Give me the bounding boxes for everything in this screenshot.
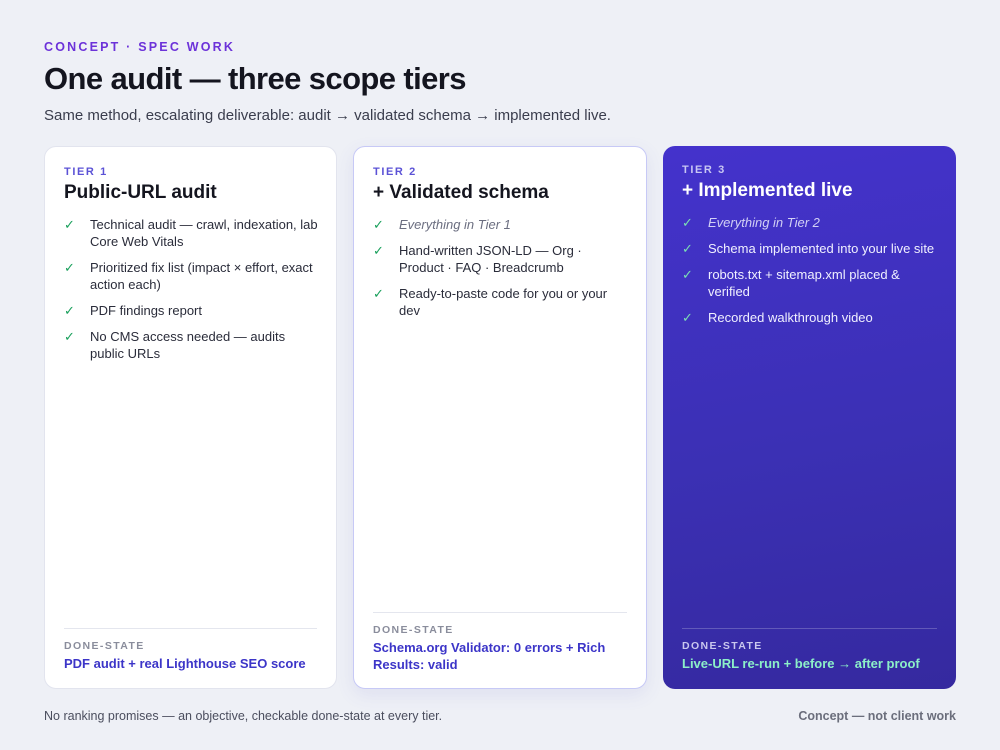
feature-text: PDF findings report: [90, 303, 202, 318]
feature-text: Technical audit — crawl, indexation, lab…: [90, 217, 318, 249]
footer-tag: Concept — not client work: [798, 709, 956, 723]
feature-item: ✓ PDF findings report: [64, 302, 319, 319]
feature-text: Everything in Tier 1: [399, 217, 511, 232]
feature-text: Recorded walkthrough video: [708, 310, 873, 325]
page-subtitle: Same method, escalating deliverable: aud…: [44, 107, 611, 124]
feature-item: ✓ Prioritized fix list (impact × effort, …: [64, 259, 319, 293]
check-icon: ✓: [373, 217, 384, 232]
tier-title: + Implemented live: [682, 180, 853, 201]
done-state-value: Schema.org Validator: 0 errors + Rich Re…: [373, 640, 606, 672]
check-icon: ✓: [682, 310, 693, 325]
feature-text: Prioritized fix list (impact × effort, e…: [90, 260, 313, 292]
done-state-label: DONE-STATE: [682, 640, 763, 652]
check-icon: ✓: [682, 241, 693, 256]
done-state-value: Live-URL re-run + before → after proof: [682, 656, 920, 671]
feature-item: ✓ Recorded walkthrough video: [682, 309, 939, 326]
done-state: DONE-STATE PDF audit + real Lighthouse SE…: [64, 628, 317, 672]
done-state: DONE-STATE Live-URL re-run + before → aft…: [682, 628, 937, 672]
tier-card-1: TIER 1 Public-URL audit ✓ Technical audit —…: [44, 146, 337, 689]
tier-label: TIER 3: [682, 164, 726, 176]
feature-item: ✓ Hand-written JSON-LD — Org · Product · …: [373, 242, 629, 276]
eyebrow: CONCEPT · SPEC WORK: [44, 40, 236, 54]
feature-list: ✓ Technical audit — crawl, indexation, la…: [64, 216, 319, 371]
page-title: One audit — three scope tiers: [44, 61, 466, 96]
feature-text: robots.txt + sitemap.xml placed & verifi…: [708, 267, 900, 299]
tier-label: TIER 1: [64, 166, 108, 178]
done-state: DONE-STATE Schema.org Validator: 0 errors…: [373, 612, 627, 673]
tier-label: TIER 2: [373, 166, 417, 178]
feature-text: Hand-written JSON-LD — Org · Product · F…: [399, 243, 582, 275]
check-icon: ✓: [64, 217, 75, 232]
check-icon: ✓: [64, 260, 75, 275]
check-icon: ✓: [373, 286, 384, 301]
feature-list: ✓ Everything in Tier 1 ✓ Hand-written JSON-…: [373, 216, 629, 328]
feature-text: No CMS access needed — audits public URL…: [90, 329, 286, 361]
feature-item: ✓ Everything in Tier 2: [682, 214, 939, 231]
tier-card-3: TIER 3 + Implemented live ✓ Everything in T…: [663, 146, 956, 689]
done-state-label: DONE-STATE: [373, 624, 454, 636]
feature-item: ✓ Schema implemented into your live site: [682, 240, 939, 257]
footer-note: No ranking promises — an objective, chec…: [44, 709, 443, 723]
check-icon: ✓: [64, 303, 75, 318]
check-icon: ✓: [682, 267, 693, 282]
tier-card-2: TIER 2 + Validated schema ✓ Everything in T…: [353, 146, 647, 689]
done-state-value: PDF audit + real Lighthouse SEO score: [64, 656, 306, 671]
feature-text: Ready-to-paste code for you or your dev: [399, 286, 608, 318]
check-icon: ✓: [64, 329, 75, 344]
feature-item: ✓ No CMS access needed — audits public UR…: [64, 328, 319, 362]
feature-item: ✓ robots.txt + sitemap.xml placed & verif…: [682, 266, 939, 300]
done-state-label: DONE-STATE: [64, 640, 145, 652]
tier-title: Public-URL audit: [64, 182, 217, 203]
feature-item: ✓ Ready-to-paste code for you or your dev: [373, 285, 629, 319]
feature-text: Schema implemented into your live site: [708, 241, 935, 256]
feature-text: Everything in Tier 2: [708, 215, 820, 230]
feature-item: ✓ Everything in Tier 1: [373, 216, 629, 233]
feature-item: ✓ Technical audit — crawl, indexation, la…: [64, 216, 319, 250]
tier-title: + Validated schema: [373, 182, 549, 203]
check-icon: ✓: [682, 215, 693, 230]
feature-list: ✓ Everything in Tier 2 ✓ Schema implemented…: [682, 214, 939, 335]
check-icon: ✓: [373, 243, 384, 258]
